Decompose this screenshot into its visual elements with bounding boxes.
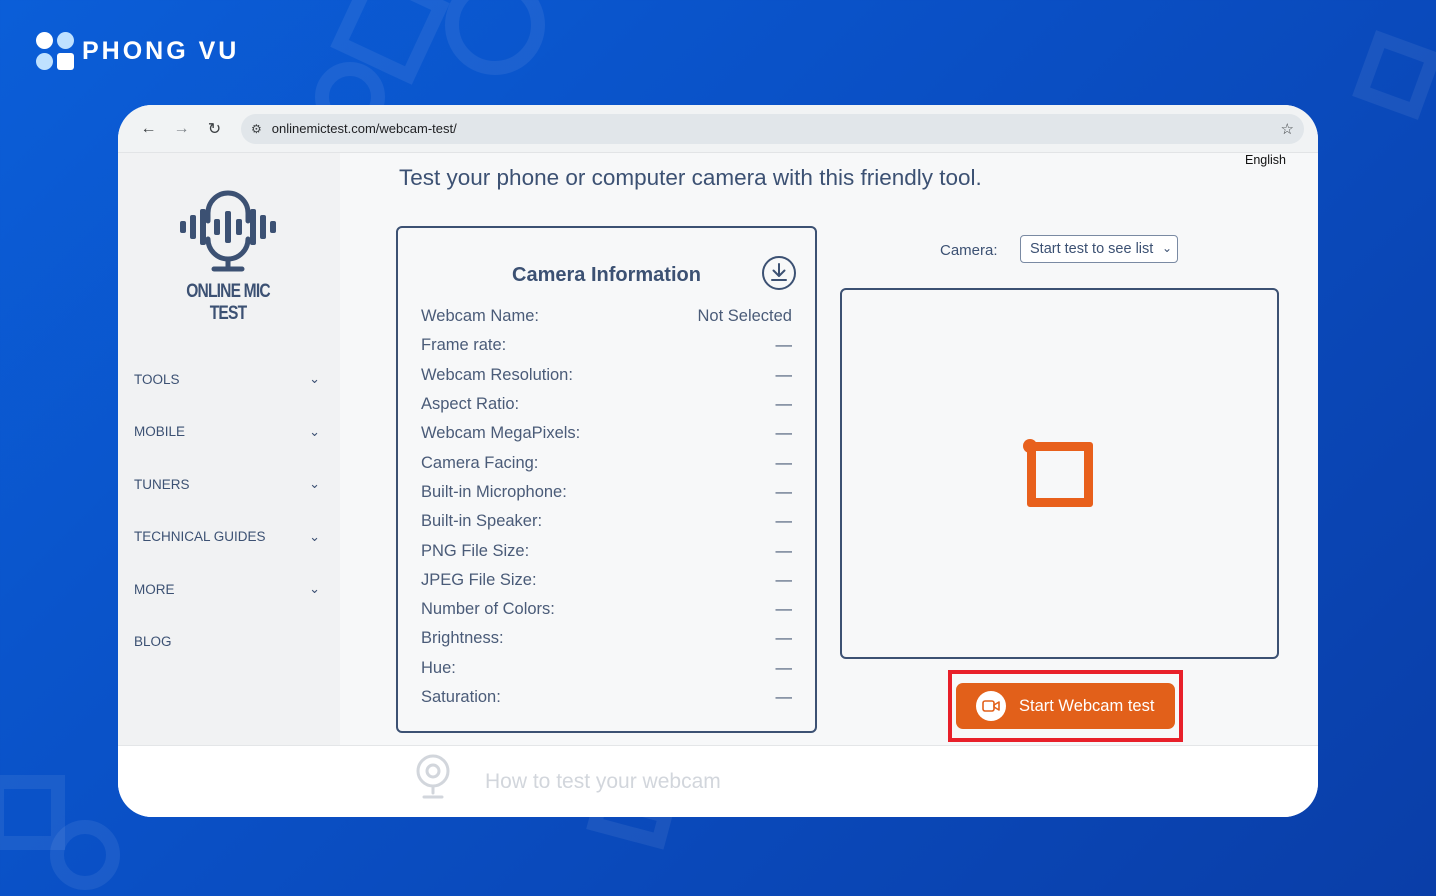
info-row-png-size: PNG File Size: — [421,536,792,565]
camera-select-label: Camera: [940,242,998,259]
sidebar-item-tools[interactable]: TOOLS ⌄ [134,353,324,406]
sidebar-item-label: MORE [134,581,175,597]
background-decoration [1352,30,1436,120]
info-row-megapixels: Webcam MegaPixels: — [421,419,792,448]
info-label: Webcam Name: [421,307,539,326]
back-icon[interactable]: ← [132,120,165,138]
webcam-preview [840,288,1279,659]
info-row-camera-facing: Camera Facing: — [421,448,792,477]
sidebar-item-label: BLOG [134,634,172,650]
info-value: — [775,541,793,560]
site-logo[interactable]: ONLINE MIC TEST [160,181,296,325]
info-value: — [775,512,793,531]
info-label: Webcam Resolution: [421,365,573,384]
sidebar-item-mobile[interactable]: MOBILE ⌄ [134,406,324,459]
url-text[interactable]: onlinemictest.com/webcam-test/ [272,121,1281,136]
camera-placeholder-icon [1023,439,1093,507]
info-label: Webcam MegaPixels: [421,424,581,443]
start-webcam-test-label: Start Webcam test [1019,696,1155,715]
info-row-builtin-microphone: Built-in Microphone: — [421,478,792,507]
info-value: — [775,482,793,501]
info-label: Brightness: [421,629,504,648]
site-info-icon[interactable]: ⚙ [251,122,262,136]
address-bar[interactable]: ⚙ onlinemictest.com/webcam-test/ ☆ [241,113,1304,144]
info-value: — [775,629,793,648]
brand-name: PHONG VU [82,36,240,65]
info-value: — [775,365,793,384]
info-value: Not Selected [697,307,792,326]
sidebar-item-label: TOOLS [134,371,180,387]
info-label: Hue: [421,658,456,677]
web-page: ONLINE MIC TEST TOOLS ⌄ MOBILE ⌄ TUNERS … [118,153,1318,745]
footer-title: How to test your webcam [485,770,721,793]
microphone-logo-icon [180,190,276,272]
background-decoration [445,0,545,75]
brand-logo: PHONG VU [36,32,239,70]
chevron-down-icon: ⌄ [309,371,320,387]
info-value: — [775,658,793,677]
info-row-number-of-colors: Number of Colors: — [421,595,792,624]
logo-text: ONLINE MIC TEST [186,281,270,324]
info-row-saturation: Saturation: — [421,683,792,712]
info-value: — [775,688,793,706]
sidebar-item-label: TECHNICAL GUIDES [134,529,266,545]
info-label: PNG File Size: [421,541,530,560]
info-row-webcam-name: Webcam Name: Not Selected [421,302,792,331]
info-value: — [775,336,793,355]
info-row-brightness: Brightness: — [421,624,792,653]
info-label: Aspect Ratio: [421,395,520,414]
sidebar-item-label: TUNERS [134,476,190,492]
browser-window: ← → ↻ ⚙ onlinemictest.com/webcam-test/ ☆ [118,105,1318,817]
info-row-jpeg-size: JPEG File Size: — [421,566,792,595]
reload-icon[interactable]: ↻ [198,119,231,139]
chevron-down-icon: ⌄ [309,476,320,492]
chevron-down-icon: ⌄ [309,423,320,439]
camera-info-title: Camera Information [512,264,701,286]
video-camera-icon [976,691,1006,721]
background-decoration [50,820,120,890]
info-label: Frame rate: [421,336,507,355]
info-value: — [775,453,793,472]
camera-select-value: Start test to see list [1030,241,1154,257]
info-label: Built-in Speaker: [421,512,543,531]
sidebar-item-tuners[interactable]: TUNERS ⌄ [134,458,324,511]
sidebar: ONLINE MIC TEST TOOLS ⌄ MOBILE ⌄ TUNERS … [118,153,340,745]
bookmark-star-icon[interactable]: ☆ [1281,120,1294,138]
start-webcam-test-button[interactable]: Start Webcam test [956,683,1175,729]
info-value: — [775,570,793,589]
chevron-down-icon: ⌄ [309,528,320,544]
info-value: — [775,424,793,443]
brand-mark-icon [36,32,74,70]
sidebar-menu: TOOLS ⌄ MOBILE ⌄ TUNERS ⌄ TECHNICAL GUID… [134,353,324,668]
chevron-down-icon: ⌄ [1161,241,1172,255]
info-label: Saturation: [421,688,501,706]
info-label: Number of Colors: [421,600,555,619]
info-value: — [775,600,793,619]
sidebar-item-more[interactable]: MORE ⌄ [134,563,324,616]
info-row-aspect-ratio: Aspect Ratio: — [421,390,792,419]
info-value: — [775,395,793,414]
camera-info-list: Webcam Name: Not Selected Frame rate: — We… [421,302,792,712]
forward-icon[interactable]: → [165,120,198,138]
chevron-down-icon: ⌄ [309,581,320,597]
language-selector[interactable]: English [1245,153,1286,167]
footer-section: How to test your webcam [118,745,1318,817]
info-label: Built-in Microphone: [421,482,567,501]
browser-toolbar: ← → ↻ ⚙ onlinemictest.com/webcam-test/ ☆ [118,105,1318,153]
info-label: JPEG File Size: [421,570,537,589]
download-icon[interactable] [761,255,797,291]
info-row-hue: Hue: — [421,654,792,683]
info-row-builtin-speaker: Built-in Speaker: — [421,507,792,536]
sidebar-item-technical-guides[interactable]: TECHNICAL GUIDES ⌄ [134,511,324,564]
webcam-icon [416,754,450,799]
info-row-resolution: Webcam Resolution: — [421,361,792,390]
sidebar-item-label: MOBILE [134,424,186,440]
page-title: Test your phone or computer camera with … [399,165,982,190]
camera-select[interactable]: Start test to see list ⌄ [1020,235,1178,263]
camera-info-panel: Camera Information Webcam Name: Not Selec… [396,226,817,733]
info-label: Camera Facing: [421,453,539,472]
sidebar-item-blog[interactable]: BLOG [134,616,324,669]
info-row-frame-rate: Frame rate: — [421,331,792,360]
